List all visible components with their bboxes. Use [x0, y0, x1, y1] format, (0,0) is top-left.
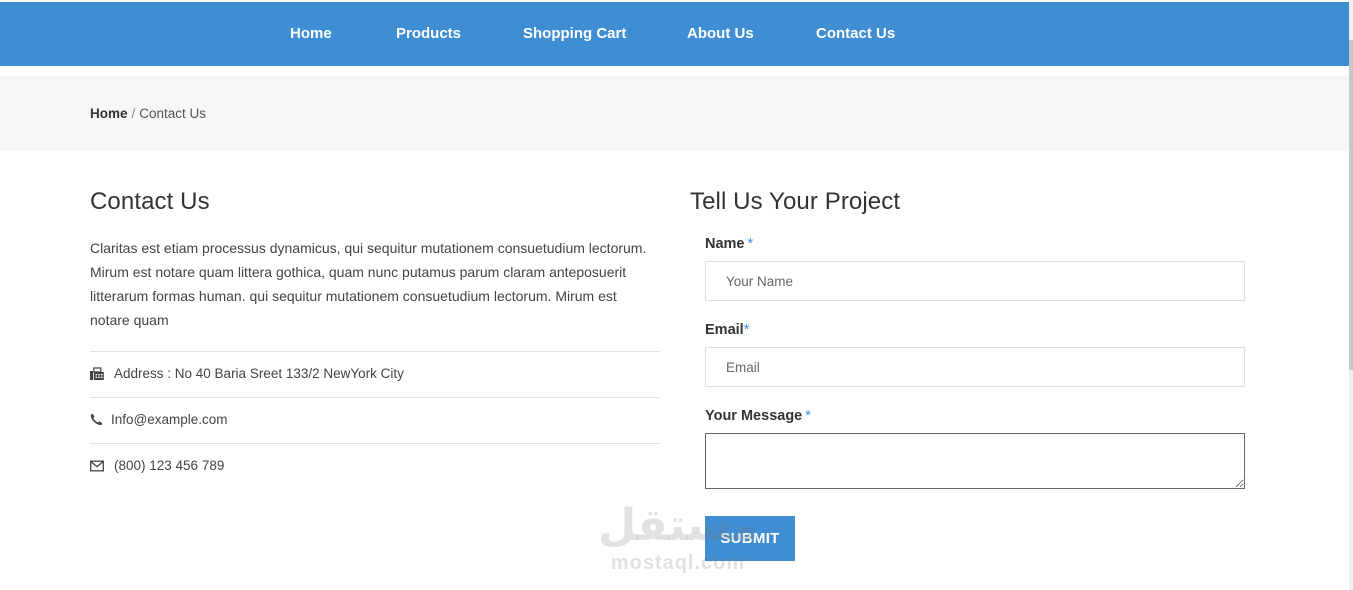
breadcrumb-home-link[interactable]: Home: [90, 106, 128, 121]
form-title: Tell Us Your Project: [690, 188, 901, 215]
phone-row: (800) 123 456 789: [90, 443, 660, 489]
required-mark: *: [747, 236, 754, 252]
top-nav: Home Products Shopping Cart About Us Con…: [0, 2, 1349, 66]
envelope-icon: [90, 459, 104, 473]
email-input[interactable]: [705, 347, 1245, 387]
phone-icon: [90, 413, 104, 427]
name-label: Name *: [705, 236, 753, 252]
nav-about-us-link[interactable]: About Us: [687, 2, 754, 66]
breadcrumb-bar: Home / Contact Us: [0, 76, 1349, 151]
breadcrumb-separator: /: [131, 106, 136, 121]
contact-title: Contact Us: [90, 188, 210, 215]
address-row: Address : No 40 Baria Sreet 133/2 NewYor…: [90, 351, 660, 397]
nav-shopping-cart-link[interactable]: Shopping Cart: [523, 2, 626, 66]
scrollbar-thumb[interactable]: [1349, 40, 1353, 370]
required-mark: *: [805, 408, 811, 424]
email-text[interactable]: Info@example.com: [111, 412, 228, 427]
breadcrumb-current: Contact Us: [139, 106, 207, 121]
name-input[interactable]: [705, 261, 1245, 301]
nav-contact-us-link[interactable]: Contact Us: [816, 2, 895, 66]
message-textarea[interactable]: [705, 433, 1245, 489]
email-row: Info@example.com: [90, 397, 660, 443]
email-label-text: Email: [705, 322, 744, 338]
contact-description: Claritas est etiam processus dynamicus, …: [90, 240, 647, 328]
required-mark: *: [743, 322, 750, 338]
nav-products-link[interactable]: Products: [396, 2, 461, 66]
name-label-text: Name: [705, 236, 745, 252]
message-label-text: Your Message: [705, 408, 803, 424]
message-label: Your Message *: [705, 408, 811, 424]
phone-text: (800) 123 456 789: [114, 458, 225, 473]
nav-home-link[interactable]: Home: [290, 2, 332, 66]
email-label: Email*: [705, 322, 749, 338]
address-text: Address : No 40 Baria Sreet 133/2 NewYor…: [114, 366, 404, 381]
breadcrumb: Home / Contact Us: [90, 106, 206, 121]
fax-icon: [90, 367, 104, 381]
page-scrollbar[interactable]: [1349, 0, 1353, 590]
submit-button[interactable]: SUBMIT: [705, 516, 795, 561]
